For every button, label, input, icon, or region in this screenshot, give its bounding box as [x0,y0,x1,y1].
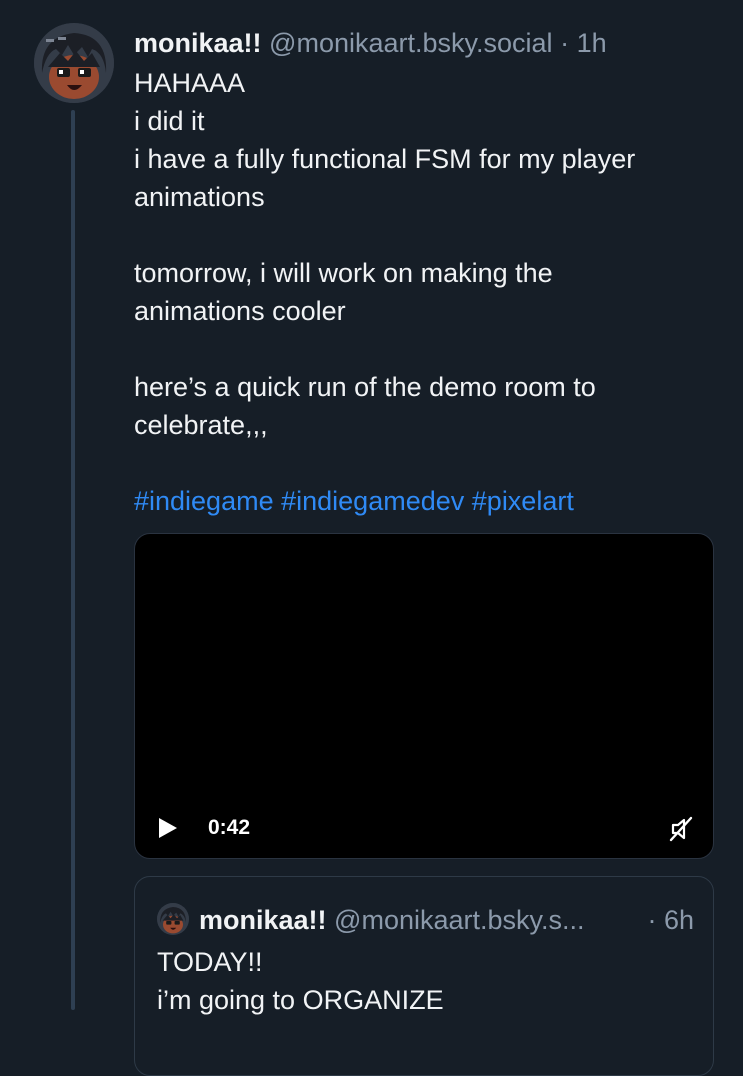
play-icon[interactable] [157,816,179,840]
video-duration: 0:42 [208,816,251,839]
quote-timestamp[interactable]: 6h [664,905,694,935]
post-header: monikaa!! @monikaart.bsky.social · 1h [134,26,714,60]
avatar[interactable] [34,23,114,103]
avatar-image [34,23,114,103]
post-timestamp[interactable]: 1h [577,28,607,58]
hashtag-link[interactable]: #indiegame [134,486,274,516]
hashtag-link[interactable]: #indiegamedev [281,486,464,516]
post-text-line: HAHAAA [134,68,246,98]
separator-dot: · [560,28,570,58]
hashtag-link[interactable]: #pixelart [472,486,574,516]
post-text-line [134,444,714,482]
quote-author-name[interactable]: monikaa!! [199,905,327,935]
quote-text-line: TODAY!! [157,947,263,977]
muted-speaker-icon[interactable] [669,816,693,842]
quote-avatar[interactable] [157,903,189,935]
author-name[interactable]: monikaa!! [134,28,262,58]
post-text-line: tomorrow, i will work on making the [134,258,553,288]
post-text-line: animations [134,182,265,212]
quoted-post[interactable]: monikaa!! @monikaart.bsky.s... · 6h TODA… [134,876,714,1076]
video-player[interactable]: 0:42 [134,533,714,859]
quote-avatar-image [157,903,189,935]
post-content: monikaa!! @monikaart.bsky.social · 1h HA… [134,26,714,520]
post-text-line: animations cooler [134,296,346,326]
quote-header: monikaa!! @monikaart.bsky.s... · 6h [199,903,694,937]
post-text-line: here’s a quick run of the demo room to [134,372,596,402]
quote-text: TODAY!! i’m going to ORGANIZE [157,943,444,1019]
post-text: HAHAAA i did it i have a fully functiona… [134,64,714,520]
post-text-line: i did it [134,106,205,136]
quote-text-line: i’m going to ORGANIZE [157,985,444,1015]
author-handle[interactable]: @monikaart.bsky.social [269,28,553,58]
quote-separator-dot: · [647,905,657,935]
post-text-line [134,330,714,368]
post-card[interactable]: monikaa!! @monikaart.bsky.social · 1h HA… [0,0,743,1076]
thread-line [71,110,75,1010]
post-text-line [134,216,714,254]
post-text-line: i have a fully functional FSM for my pla… [134,144,636,174]
hashtag-list: #indiegame #indiegamedev #pixelart [134,482,714,520]
quote-author-handle[interactable]: @monikaart.bsky.s... [334,905,584,935]
post-text-line: celebrate,,, [134,410,268,440]
